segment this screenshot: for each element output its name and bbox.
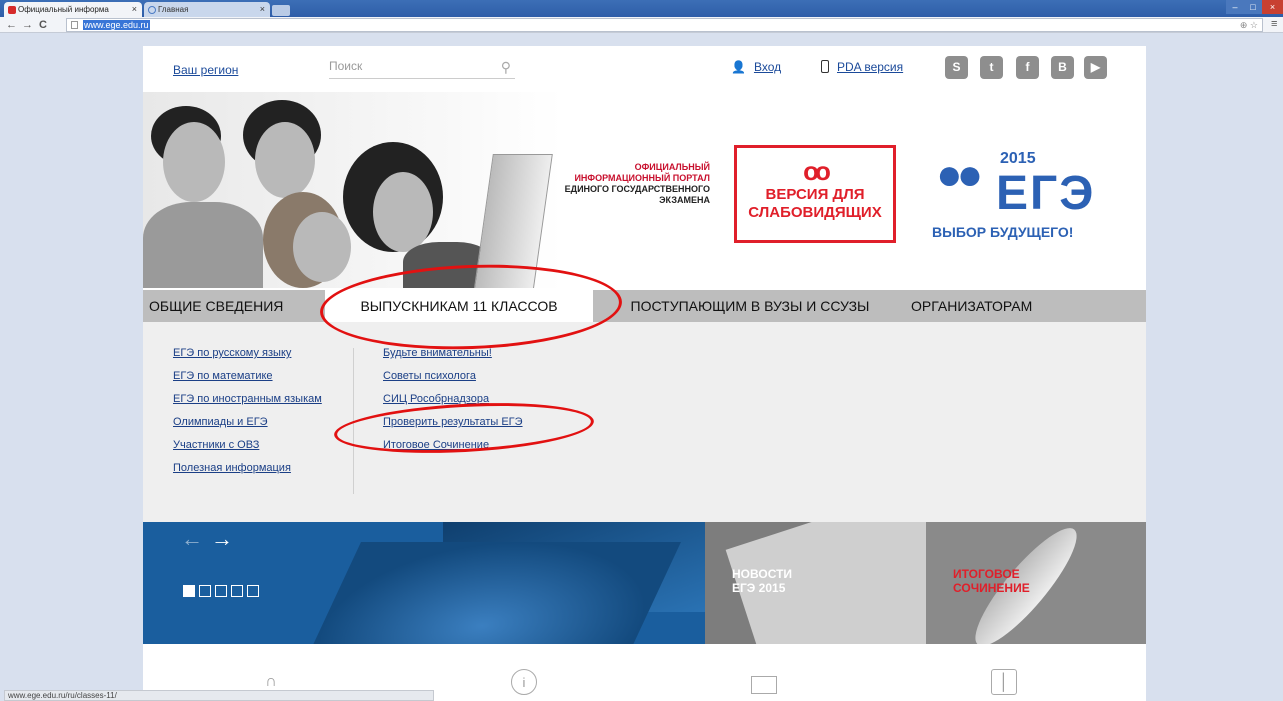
forward-button[interactable]: →	[22, 18, 33, 32]
close-window-button[interactable]: ×	[1262, 0, 1283, 14]
facebook-icon[interactable]: f	[1016, 56, 1039, 79]
page-icon	[71, 21, 78, 29]
hero-banner: ОФИЦИАЛЬНЫЙ ИНФОРМАЦИОННЫЙ ПОРТАЛ ЕДИНОГ…	[143, 92, 1146, 288]
portal-line: ИНФОРМАЦИОННЫЙ ПОРТАЛ	[574, 173, 710, 183]
maximize-button[interactable]: □	[1244, 0, 1262, 14]
browser-tab-bar: Официальный информа × Главная × – □ ×	[0, 0, 1283, 17]
close-tab-icon[interactable]: ×	[260, 2, 265, 17]
minimize-button[interactable]: –	[1226, 0, 1244, 14]
submenu-item[interactable]: Олимпиады и ЕГЭ	[173, 411, 322, 434]
login-label[interactable]: Вход	[754, 60, 781, 74]
browser-menu-icon[interactable]: ≡	[1271, 18, 1277, 30]
search-placeholder: Поиск	[329, 59, 363, 73]
top-bar: Ваш регион Поиск ⚲ 👤 Вход PDA версия S t …	[143, 46, 1146, 92]
close-tab-icon[interactable]: ×	[132, 2, 137, 17]
portal-line: ЕДИНОГО ГОСУДАРСТВЕННОГО	[564, 184, 710, 194]
skype-icon[interactable]: S	[945, 56, 968, 79]
menu-university-applicants[interactable]: ПОСТУПАЮЩИМ В ВУЗЫ И ССУЗЫ	[605, 290, 895, 322]
pda-version-link[interactable]: PDA версия	[821, 60, 903, 74]
essay-line: СОЧИНЕНИЕ	[953, 581, 1030, 595]
new-tab-button[interactable]	[272, 5, 290, 16]
slider-dot[interactable]	[183, 585, 195, 597]
status-bar: www.ege.edu.ru/ru/classes-11/	[4, 690, 434, 701]
arrow-right-icon[interactable]: →	[211, 526, 241, 551]
vision-label: СЛАБОВИДЯЩИХ	[748, 204, 882, 221]
search-input[interactable]: Поиск ⚲	[329, 59, 515, 79]
submenu-panel: ЕГЭ по русскому языку ЕГЭ по математике …	[143, 322, 1146, 522]
web-page: Ваш регион Поиск ⚲ 👤 Вход PDA версия S t …	[143, 46, 1146, 701]
logo-text: ЕГЭ	[996, 167, 1096, 220]
reload-button[interactable]: C	[39, 18, 47, 32]
essay-label: ИТОГОВОЕ СОЧИНЕНИЕ	[953, 567, 1030, 595]
mobile-phone-icon	[821, 60, 829, 73]
back-button[interactable]: ←	[6, 18, 17, 32]
tab-main[interactable]: Главная ×	[144, 2, 270, 17]
image-slider[interactable]: ←→	[143, 522, 705, 644]
search-icon[interactable]: ⚲	[501, 59, 511, 76]
user-icon: 👤	[731, 60, 746, 74]
browser-toolbar: ← → C www.ege.edu.ru ⊕ ☆ ≡	[0, 17, 1283, 33]
submenu-item[interactable]: Участники с ОВЗ	[173, 434, 322, 457]
menu-general-info[interactable]: ОБЩИЕ СВЕДЕНИЯ	[143, 290, 321, 322]
portal-line: ЭКЗАМЕНА	[659, 195, 710, 205]
youtube-icon[interactable]: ▶	[1084, 56, 1107, 79]
slider-dot[interactable]	[199, 585, 211, 597]
book-icon[interactable]: │	[991, 669, 1017, 695]
logo-slogan: ВЫБОР БУДУЩЕГО!	[932, 224, 1074, 240]
submenu-item[interactable]: Полезная информация	[173, 457, 322, 480]
submenu-item[interactable]: Советы психолога	[383, 365, 523, 388]
portal-line: ОФИЦИАЛЬНЫЙ	[634, 162, 710, 172]
slider-arrows: ←→	[181, 526, 241, 552]
pda-label[interactable]: PDA версия	[837, 60, 903, 74]
ege-logo[interactable]: ●● 2015 ЕГЭ ВЫБОР БУДУЩЕГО!	[926, 142, 1126, 272]
tab-label: Главная	[158, 5, 189, 14]
glasses-icon: oo	[803, 156, 831, 186]
news-line: НОВОСТИ	[732, 567, 793, 581]
submenu-item[interactable]: ЕГЭ по иностранным языкам	[173, 388, 322, 411]
zoom-bookmark-icons[interactable]: ⊕ ☆	[1240, 19, 1258, 31]
vision-label: ВЕРСИЯ ДЛЯ	[765, 186, 865, 203]
twitter-icon[interactable]: t	[980, 56, 1003, 79]
monitor-icon[interactable]	[751, 676, 777, 694]
slider-dot[interactable]	[215, 585, 227, 597]
slider-dot[interactable]	[247, 585, 259, 597]
students-photo	[143, 92, 563, 288]
news-line: ЕГЭ 2015	[732, 581, 786, 595]
vkontakte-icon[interactable]: B	[1051, 56, 1074, 79]
main-menu: ОБЩИЕ СВЕДЕНИЯ ВЫПУСКНИКАМ 11 КЛАССОВ ПО…	[143, 290, 1146, 322]
region-link[interactable]: Ваш регион	[173, 63, 238, 77]
portal-title: ОФИЦИАЛЬНЫЙ ИНФОРМАЦИОННЫЙ ПОРТАЛ ЕДИНОГ…	[515, 162, 710, 206]
open-book-image	[305, 542, 681, 644]
tab-label: Официальный информа	[18, 5, 109, 14]
login-link[interactable]: 👤 Вход	[731, 60, 781, 74]
news-banner[interactable]: НОВОСТИ ЕГЭ 2015	[705, 522, 926, 644]
slider-dots	[183, 584, 263, 602]
final-essay-banner[interactable]: ИТОГОВОЕ СОЧИНЕНИЕ	[926, 522, 1146, 644]
essay-line: ИТОГОВОЕ	[953, 567, 1020, 581]
submenu-item[interactable]: ЕГЭ по русскому языку	[173, 342, 322, 365]
site-favicon-icon	[8, 6, 16, 14]
people-logo-icon: ●●	[936, 150, 983, 199]
info-icon[interactable]: i	[511, 669, 537, 695]
slider-dot[interactable]	[231, 585, 243, 597]
low-vision-version-button[interactable]: oo ВЕРСИЯ ДЛЯ СЛАБОВИДЯЩИХ	[734, 145, 896, 243]
tab-official-portal[interactable]: Официальный информа ×	[4, 2, 142, 17]
submenu-item[interactable]: ЕГЭ по математике	[173, 365, 322, 388]
submenu-column-left: ЕГЭ по русскому языку ЕГЭ по математике …	[173, 342, 322, 480]
loading-icon	[148, 6, 156, 14]
url-text[interactable]: www.ege.edu.ru	[83, 20, 150, 30]
arrow-left-icon[interactable]: ←	[181, 526, 211, 551]
address-bar[interactable]: www.ege.edu.ru ⊕ ☆	[66, 18, 1263, 32]
menu-organizers[interactable]: ОРГАНИЗАТОРАМ	[911, 290, 1071, 322]
news-label: НОВОСТИ ЕГЭ 2015	[732, 567, 792, 595]
